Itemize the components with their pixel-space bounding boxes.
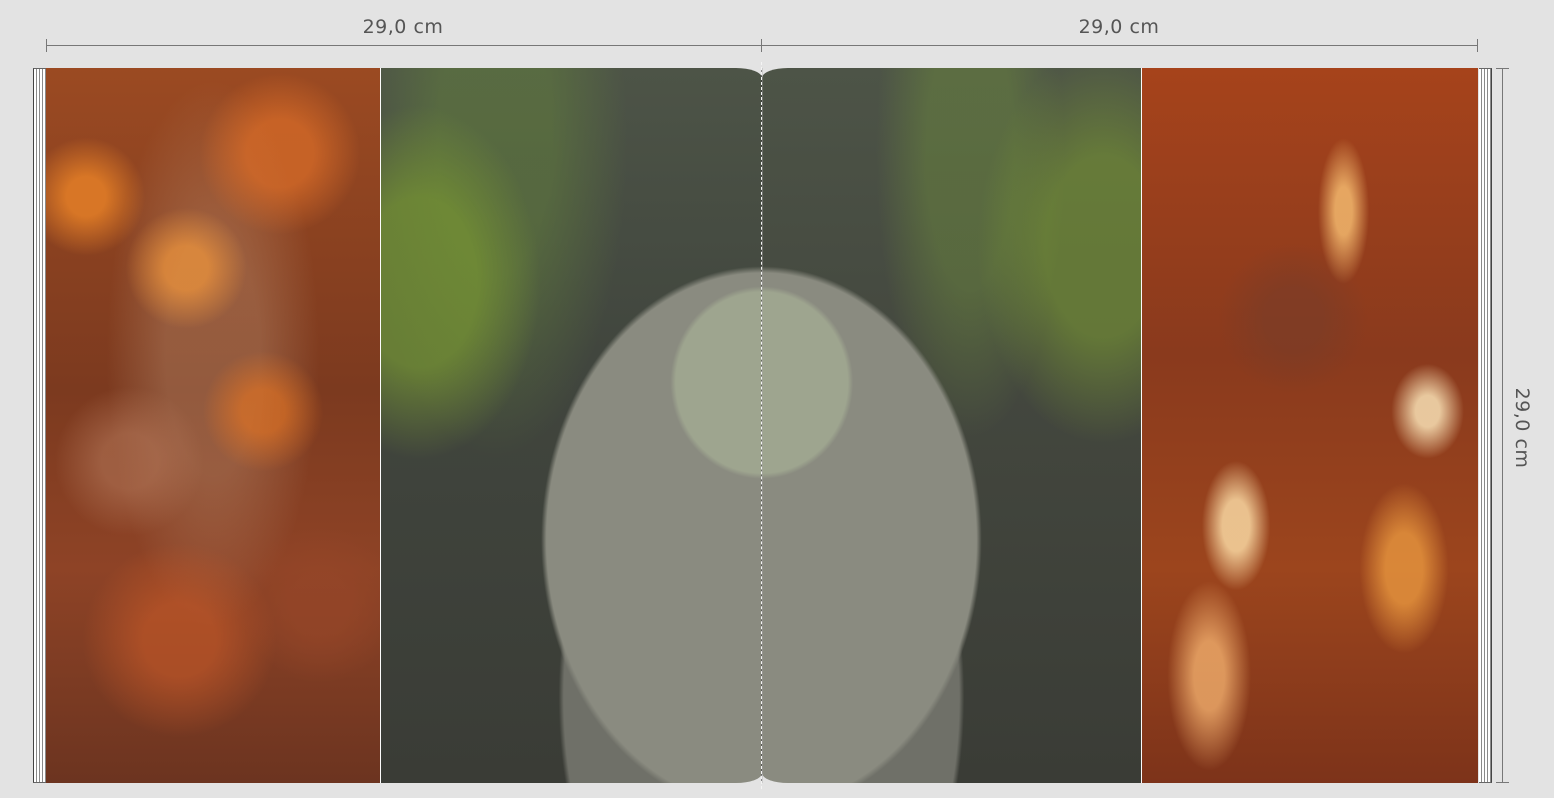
page-edges-right [1479, 68, 1492, 783]
back-cover-panel[interactable] [46, 68, 380, 783]
width-right-label: 29,0 cm [1078, 16, 1160, 38]
height-label: 29,0 cm [1511, 387, 1533, 469]
ruler-tick [1496, 68, 1509, 69]
page-edges-left [33, 68, 46, 783]
left-inner-page-panel[interactable] [381, 68, 762, 783]
ruler-tick [1477, 39, 1478, 52]
ruler-tick [46, 39, 47, 52]
width-ruler-right [762, 45, 1478, 46]
ruler-tick [1496, 782, 1509, 783]
book-spread [33, 62, 1492, 789]
ruler-tick [761, 39, 762, 52]
spine-guide-line [761, 62, 762, 789]
height-ruler [1502, 68, 1503, 783]
width-ruler-left [46, 45, 762, 46]
right-inner-page-panel[interactable] [762, 68, 1141, 783]
front-cover-panel[interactable] [1142, 68, 1478, 783]
width-left-label: 29,0 cm [362, 16, 444, 38]
